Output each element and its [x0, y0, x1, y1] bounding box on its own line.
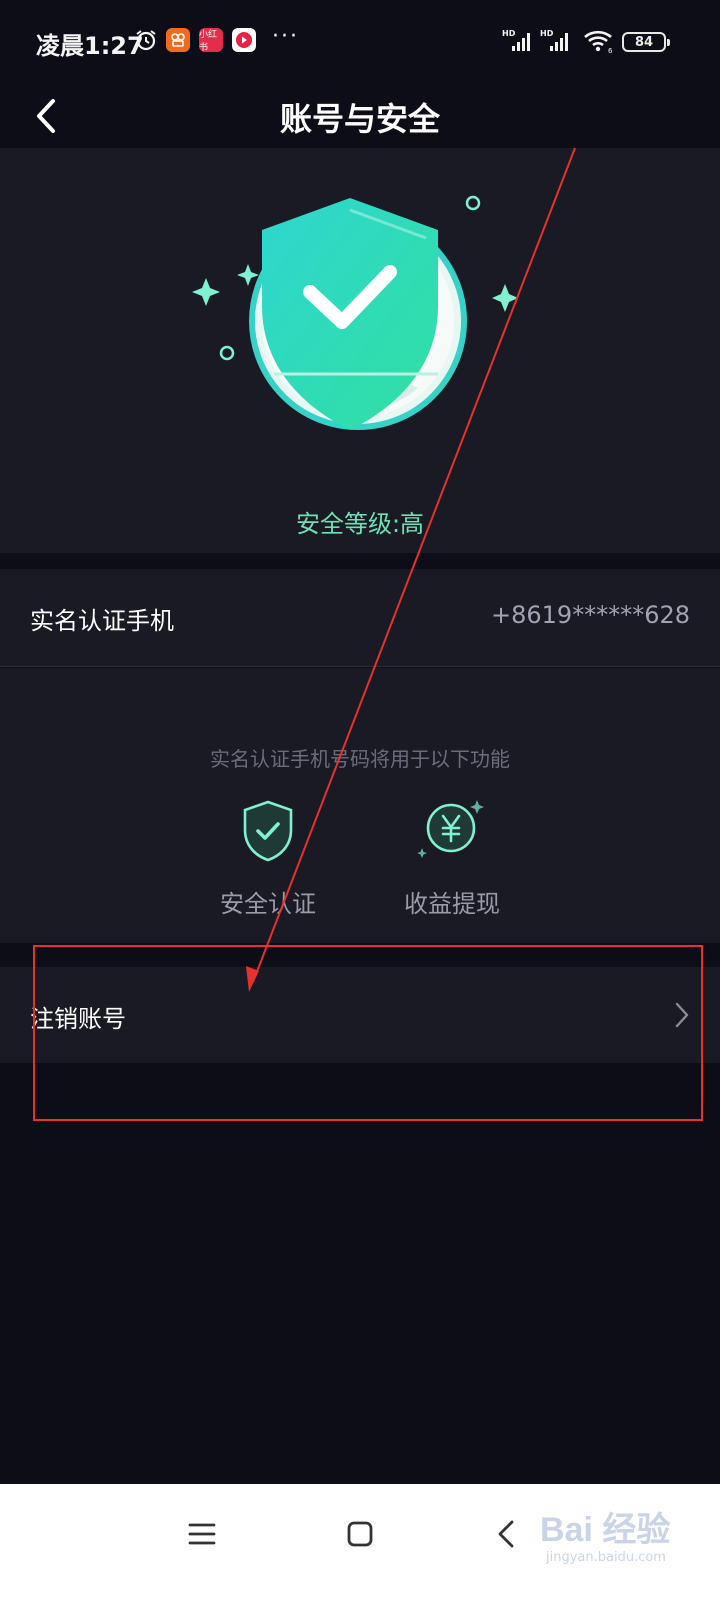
more-notifications-icon: ··· [272, 24, 299, 49]
security-level-text: 安全等级:高 [295, 510, 425, 538]
signal-hd-icon: HD [502, 29, 530, 51]
page-title: 账号与安全 [279, 100, 440, 138]
battery-indicator: 84 [622, 32, 670, 52]
feature-label: 收益提现 [404, 890, 500, 918]
security-shield-illustration [192, 195, 518, 430]
nav-back-button[interactable] [476, 1510, 536, 1558]
svg-text:HD: HD [540, 29, 554, 38]
status-time: 凌晨1:27 [36, 32, 144, 60]
xiaohongshu-app-icon: 小红书 [199, 28, 223, 53]
yuan-coin-icon [417, 800, 484, 858]
wifi-icon: 6 [584, 30, 613, 54]
nav-menu-button[interactable] [172, 1510, 232, 1558]
back-triangle-icon [498, 1520, 514, 1548]
verified-phone-label: 实名认证手机 [30, 607, 174, 635]
security-hero: 安全等级:高 [0, 148, 720, 553]
phone-usage-section: 实名认证手机号码将用于以下功能 安全认证 收益提现 [0, 668, 720, 943]
menu-icon [188, 1523, 216, 1545]
svg-text:HD: HD [502, 29, 516, 38]
video-app-icon [232, 28, 256, 52]
feature-label: 安全认证 [220, 890, 316, 918]
system-nav-bar: Bai 经验 jingyan.baidu.com [0, 1484, 720, 1600]
baidu-watermark: Bai 经验 jingyan.baidu.com [540, 1502, 700, 1582]
kuaishou-app-icon [166, 28, 190, 52]
svg-text:6: 6 [608, 47, 613, 54]
verified-phone-row[interactable]: 实名认证手机 +8619******628 [0, 569, 720, 667]
feature-security-auth: 安全认证 [188, 798, 348, 919]
nav-home-button[interactable] [330, 1510, 390, 1558]
alarm-icon [136, 30, 156, 51]
status-bar: 凌晨1:27 小红书 ··· HD HD 6 84 [0, 0, 720, 84]
shield-check-icon [243, 800, 293, 862]
annotation-highlight-box [33, 945, 703, 1121]
home-square-icon [347, 1521, 373, 1547]
watermark-url: jingyan.baidu.com [546, 1550, 666, 1565]
feature-withdraw: 收益提现 [372, 798, 532, 919]
usage-hint: 实名认证手机号码将用于以下功能 [210, 747, 510, 771]
watermark-brand: Bai 经验 [540, 1511, 671, 1549]
verified-phone-value: +8619******628 [491, 601, 690, 629]
signal-hd-icon-2: HD [540, 29, 568, 51]
header: 账号与安全 [0, 84, 720, 148]
